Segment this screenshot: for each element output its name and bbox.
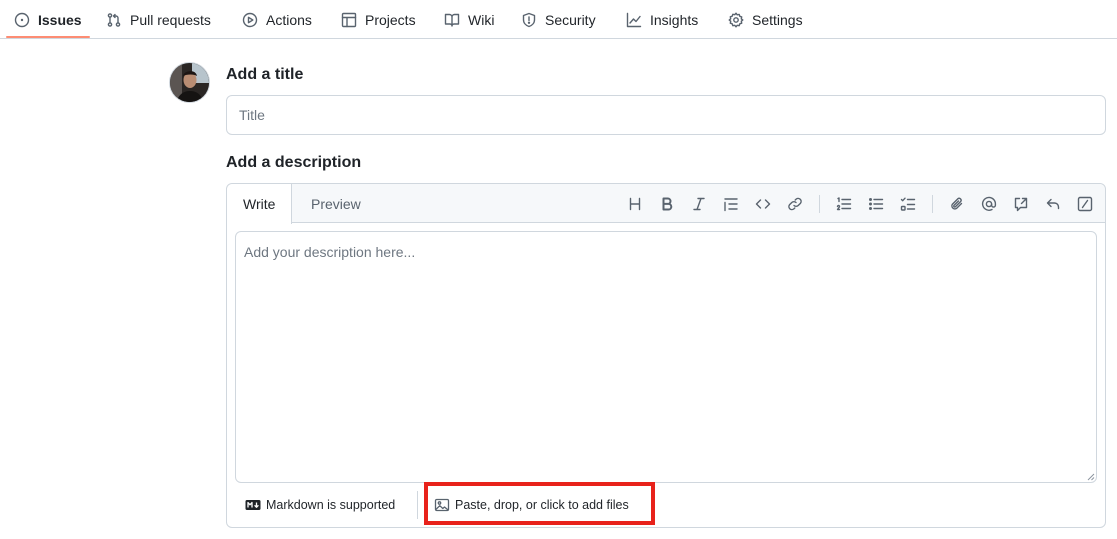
user-avatar-image: [170, 63, 209, 102]
tab-write[interactable]: Write: [227, 184, 293, 224]
task-list-icon: [900, 197, 916, 211]
tab-projects[interactable]: Projects: [341, 0, 416, 39]
play-icon: [242, 12, 258, 27]
task-list-button[interactable]: [898, 194, 918, 214]
link-icon: [788, 197, 802, 211]
selected-tab-underline: [6, 36, 90, 38]
toolbar-divider: [819, 195, 820, 213]
unordered-list-button[interactable]: [866, 194, 886, 214]
tab-security-label: Security: [545, 11, 596, 28]
markdown-icon: [245, 500, 261, 510]
unordered-list-icon: [869, 198, 884, 210]
tab-insights[interactable]: Insights: [626, 0, 698, 39]
graph-icon: [626, 12, 642, 27]
description-label: Add a description: [226, 154, 362, 171]
markdown-supported-label: Markdown is supported: [266, 498, 396, 512]
italic-button[interactable]: [689, 194, 709, 214]
code-button[interactable]: [753, 194, 773, 214]
issue-opened-icon: [14, 12, 30, 27]
tab-security[interactable]: Security: [521, 0, 596, 39]
tab-wiki-label: Wiki: [468, 11, 495, 28]
slash-command-button[interactable]: [1075, 194, 1095, 214]
footer-divider: [417, 491, 418, 519]
cross-reference-icon: [1014, 197, 1028, 212]
bold-icon: [662, 197, 673, 211]
paperclip-icon: [951, 197, 963, 210]
tab-settings-label: Settings: [752, 11, 803, 28]
ordered-list-icon: [836, 197, 852, 211]
gear-icon: [728, 12, 744, 27]
tab-pull-requests-label: Pull requests: [130, 11, 211, 28]
code-icon: [755, 199, 771, 209]
tab-issues-label: Issues: [38, 11, 82, 28]
avatar[interactable]: [169, 62, 210, 103]
resize-handle-icon[interactable]: [1085, 471, 1095, 481]
tab-issues[interactable]: Issues: [14, 0, 82, 39]
tab-projects-label: Projects: [365, 11, 416, 28]
italic-icon: [693, 197, 705, 211]
repo-nav: Issues Pull requests Actions Projects Wi…: [0, 0, 1117, 39]
book-icon: [444, 13, 460, 27]
cross-reference-button[interactable]: [1011, 194, 1031, 214]
add-files-button[interactable]: Paste, drop, or click to add files: [434, 492, 629, 518]
tab-wiki[interactable]: Wiki: [444, 0, 494, 39]
editor-header: Write Preview: [227, 184, 1105, 224]
reply-button[interactable]: [1043, 194, 1063, 214]
shield-icon: [522, 12, 536, 27]
reply-icon: [1046, 198, 1060, 210]
attach-button[interactable]: [947, 194, 967, 214]
git-pull-request-icon: [107, 12, 121, 27]
markdown-editor: Write Preview Add your description here.…: [226, 183, 1106, 528]
bold-button[interactable]: [657, 194, 677, 214]
ordered-list-button[interactable]: [834, 194, 854, 214]
link-button[interactable]: [785, 194, 805, 214]
table-icon: [341, 12, 357, 27]
tab-insights-label: Insights: [650, 11, 699, 28]
tab-actions[interactable]: Actions: [242, 0, 312, 39]
tab-preview[interactable]: Preview: [295, 184, 377, 224]
tab-actions-label: Actions: [266, 11, 312, 28]
slash-command-icon: [1077, 196, 1093, 212]
mention-icon: [981, 196, 997, 211]
image-icon: [434, 498, 450, 512]
markdown-supported-link[interactable]: Markdown is supported: [245, 492, 395, 518]
title-label: Add a title: [226, 66, 304, 83]
title-input[interactable]: [226, 95, 1106, 135]
heading-button[interactable]: [625, 194, 645, 214]
tab-pull-requests[interactable]: Pull requests: [106, 0, 211, 39]
mention-button[interactable]: [979, 194, 999, 214]
tab-settings[interactable]: Settings: [728, 0, 803, 39]
description-textarea[interactable]: [235, 231, 1097, 483]
heading-icon: [629, 197, 641, 211]
quote-icon: [724, 198, 738, 212]
toolbar-divider: [932, 195, 933, 213]
quote-button[interactable]: [721, 194, 741, 214]
add-files-label: Paste, drop, or click to add files: [455, 498, 629, 512]
